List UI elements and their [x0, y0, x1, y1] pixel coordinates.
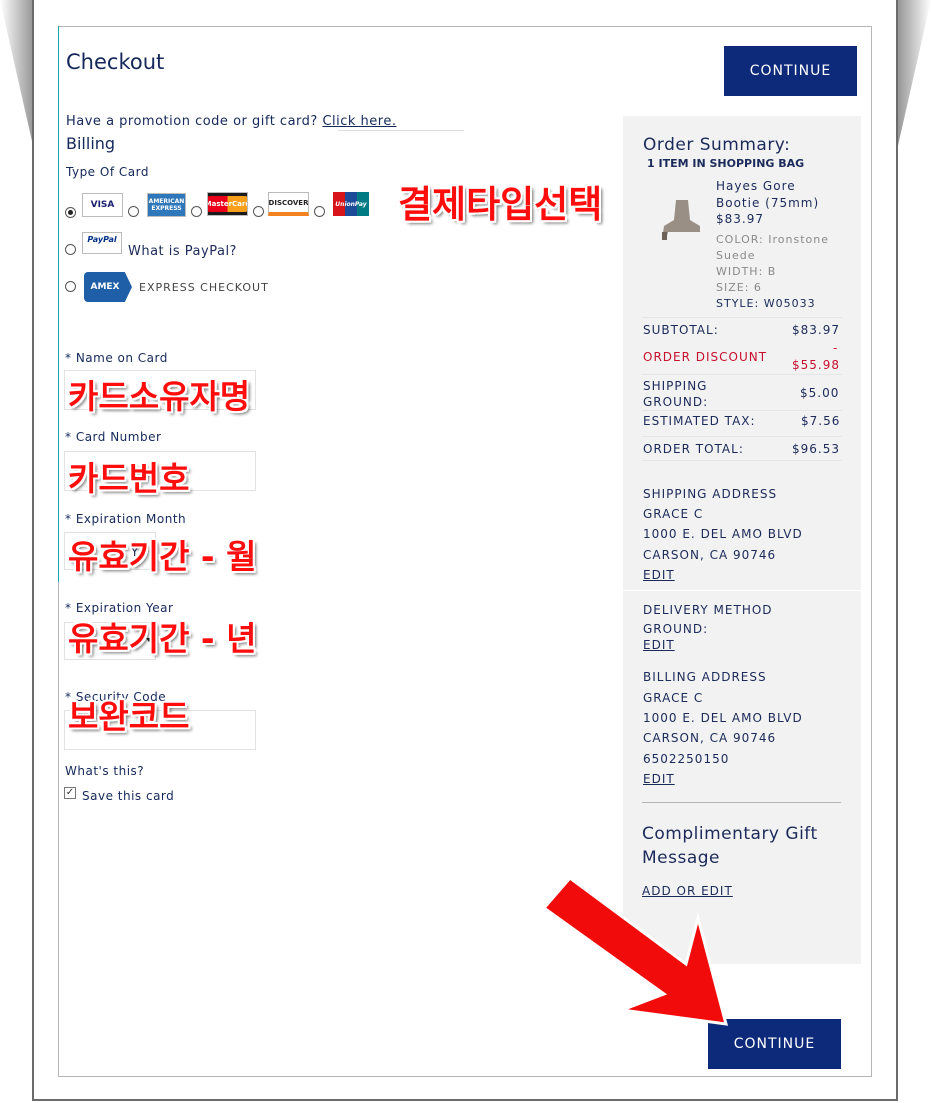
product-name: Hayes Gore Bootie (75mm)	[716, 179, 820, 210]
product-style: STYLE: W05033	[716, 297, 816, 310]
summary-divider	[642, 410, 842, 411]
whats-this-link[interactable]: What's this?	[65, 764, 144, 778]
page-shadow-right	[897, 0, 931, 150]
summary-divider	[642, 374, 842, 375]
estimated-tax-value: $7.56	[801, 414, 841, 428]
subtotal-value: $83.97	[792, 323, 840, 337]
red-arrow-annotation	[541, 878, 729, 1026]
edit-billing-link[interactable]: EDIT	[643, 772, 675, 786]
expiration-month-label: * Expiration Month	[65, 512, 187, 526]
summary-divider	[642, 436, 842, 437]
order-total-value: $96.53	[792, 442, 840, 456]
edit-shipping-link[interactable]: EDIT	[643, 568, 675, 582]
shipping-label: SHIPPING GROUND:	[643, 379, 709, 409]
visa-logo: VISA	[82, 193, 123, 217]
annotation-name: 카드소유자명	[68, 377, 251, 416]
gift-message-title: Complimentary Gift Message	[642, 824, 818, 868]
continue-button-top[interactable]: CONTINUE	[724, 46, 857, 96]
summary-section-gap	[623, 590, 861, 591]
order-summary-title: Order Summary:	[643, 135, 791, 155]
promo-text: Have a promotion code or gift card?	[66, 114, 323, 129]
type-of-card-label: Type Of Card	[66, 165, 149, 179]
order-discount-dash: -	[833, 341, 839, 355]
express-checkout-label: EXPRESS CHECKOUT	[139, 281, 269, 294]
card-radio-amex[interactable]	[128, 206, 139, 217]
save-card-checkbox[interactable]: ✓	[64, 787, 76, 799]
billing-line1: 1000 E. DEL AMO BLVD	[643, 711, 803, 725]
delivery-method-value: GROUND:	[643, 622, 709, 636]
billing-line2: CARSON, CA 90746	[643, 731, 777, 745]
delivery-method-heading: DELIVERY METHOD	[643, 603, 773, 617]
discover-logo: DISCOVER	[268, 192, 309, 216]
estimated-tax-label: ESTIMATED TAX:	[643, 414, 756, 428]
billing-heading: Billing	[66, 134, 116, 153]
card-radio-visa[interactable]	[65, 207, 76, 218]
shipping-name: GRACE C	[643, 507, 704, 521]
billing-address-heading: BILLING ADDRESS	[643, 670, 767, 684]
name-on-card-label: * Name on Card	[65, 351, 168, 365]
summary-divider	[642, 317, 842, 318]
summary-divider	[642, 802, 841, 803]
teal-accent-line	[58, 26, 59, 582]
shipping-line2: CARSON, CA 90746	[643, 548, 777, 562]
paypal-radio[interactable]	[65, 244, 76, 255]
card-radio-discover[interactable]	[253, 206, 264, 217]
shipping-address-heading: SHIPPING ADDRESS	[643, 487, 778, 501]
shipping-line1: 1000 E. DEL AMO BLVD	[643, 527, 803, 541]
card-number-label: * Card Number	[65, 430, 162, 444]
amex-express-radio[interactable]	[65, 281, 76, 292]
page-shadow-left	[0, 0, 34, 150]
card-radio-unionpay[interactable]	[314, 206, 325, 217]
amex-express-logo: AMEX	[84, 272, 132, 302]
annotation-number: 카드번호	[68, 459, 190, 498]
product-size: SIZE: 6	[716, 281, 762, 294]
item-count: 1 ITEM IN SHOPPING BAG	[647, 157, 805, 170]
product-price: $83.97	[716, 212, 764, 226]
amex-logo: AMERICAN EXPRESS	[147, 193, 186, 217]
product-width: WIDTH: B	[716, 265, 777, 278]
order-total-label: ORDER TOTAL:	[643, 442, 744, 456]
subtotal-label: SUBTOTAL:	[643, 323, 719, 337]
shipping-value: $5.00	[800, 386, 840, 400]
unionpay-logo: UnionPay	[333, 192, 369, 216]
edit-delivery-link[interactable]: EDIT	[643, 638, 675, 652]
annotation-year: 유효기간 - 년	[68, 619, 257, 658]
save-card-label: Save this card	[82, 789, 175, 803]
card-radio-mastercard[interactable]	[191, 206, 202, 217]
summary-divider	[642, 460, 842, 461]
annotation-month: 유효기간 - 월	[68, 537, 257, 576]
what-is-paypal-link[interactable]: What is PayPal?	[128, 244, 237, 259]
annotation-card-type: 결제타입선택	[398, 183, 603, 226]
mastercard-logo: MasterCard	[207, 192, 248, 216]
paypal-logo: PayPal	[82, 232, 122, 254]
page-title: Checkout	[66, 50, 165, 74]
order-discount-label: ORDER DISCOUNT	[643, 350, 768, 364]
mastercard-logo-text: MasterCard	[208, 196, 247, 212]
product-thumbnail	[662, 200, 700, 240]
promo-link[interactable]: Click here.	[322, 114, 396, 129]
promo-line: Have a promotion code or gift card? Clic…	[66, 114, 397, 129]
billing-phone: 6502250150	[643, 752, 730, 766]
annotation-security: 보완코드	[68, 697, 190, 736]
promo-underline-rule	[338, 130, 464, 131]
billing-name: GRACE C	[643, 691, 704, 705]
product-color: COLOR: Ironstone Suede	[716, 233, 829, 262]
order-discount-value: $55.98	[792, 358, 840, 372]
